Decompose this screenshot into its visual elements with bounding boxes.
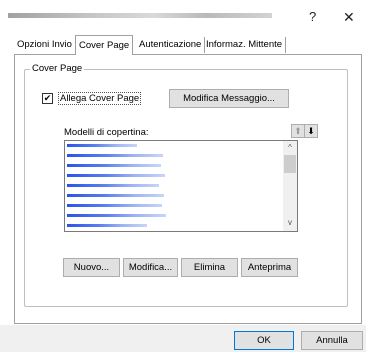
cancel-button[interactable]: Annulla	[301, 331, 363, 350]
list-item[interactable]	[67, 164, 161, 167]
window-title-redacted	[8, 13, 272, 18]
listbox-scrollbar[interactable]: ^ v	[283, 141, 297, 231]
scroll-down-icon[interactable]: v	[283, 217, 297, 229]
list-item[interactable]	[67, 154, 163, 157]
group-title: Cover Page	[30, 63, 85, 74]
list-item[interactable]	[67, 224, 147, 227]
tab-informaz-mittente[interactable]: Informaz. Mittente	[203, 37, 287, 53]
list-item[interactable]	[67, 194, 164, 197]
move-up-button[interactable]: ⬆	[291, 124, 305, 138]
tab-cover-page[interactable]: Cover Page	[75, 35, 134, 55]
list-item[interactable]	[67, 144, 137, 147]
scroll-up-icon[interactable]: ^	[283, 142, 297, 154]
list-item[interactable]	[67, 184, 159, 187]
title-bar: ? ✕	[0, 0, 366, 30]
attach-cover-page-checkbox[interactable]: ✔	[42, 93, 53, 104]
move-down-button[interactable]: ⬇	[304, 124, 318, 138]
tab-autenticazione[interactable]: Autenticazione	[136, 37, 206, 53]
tab-opzioni-invio[interactable]: Opzioni Invio	[14, 37, 76, 53]
templates-label: Modelli di copertina:	[64, 127, 149, 138]
list-item[interactable]	[67, 174, 165, 177]
preview-template-button[interactable]: Anteprima	[241, 258, 298, 277]
list-item[interactable]	[67, 214, 166, 217]
edit-template-button[interactable]: Modifica...	[123, 258, 178, 277]
scroll-thumb[interactable]	[284, 155, 296, 173]
delete-template-button[interactable]: Elimina	[181, 258, 238, 277]
edit-message-button[interactable]: Modifica Messaggio...	[169, 89, 289, 108]
list-item[interactable]	[67, 204, 162, 207]
new-template-button[interactable]: Nuovo...	[63, 258, 120, 277]
close-button[interactable]: ✕	[343, 9, 355, 26]
ok-button[interactable]: OK	[234, 331, 294, 350]
templates-listbox[interactable]: ^ v	[64, 140, 298, 232]
attach-cover-page-label[interactable]: Allega Cover Page	[58, 92, 142, 105]
check-icon: ✔	[43, 93, 52, 103]
help-button[interactable]: ?	[309, 9, 316, 24]
